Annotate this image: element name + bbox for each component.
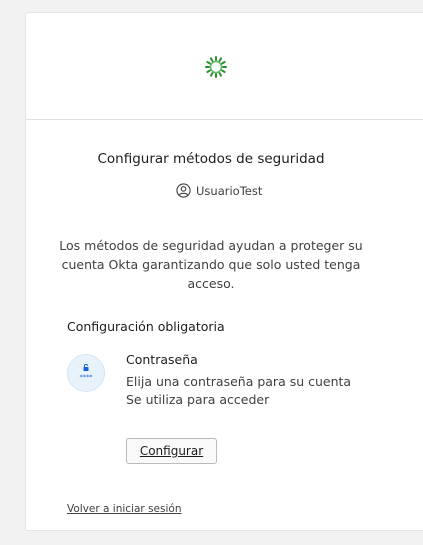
page-description: Los métodos de seguridad ayudan a proteg… [59,238,363,291]
user-circle-icon [176,183,191,198]
authenticator-description: Elija una contraseña para su cuenta Se u… [126,373,351,409]
back-to-signin-link[interactable]: Volver a iniciar sesión [67,503,181,515]
svg-text:****: **** [80,373,94,381]
card-header [26,13,423,120]
authenticator-name: Contraseña [126,352,198,367]
user-identifier: UsuarioTest [176,183,262,198]
okta-logo-icon [205,56,227,78]
configure-button[interactable]: Configurar [126,438,217,464]
authenticator-description-line2: Se utiliza para acceder [126,392,270,407]
username-label: UsuarioTest [196,183,263,198]
login-card: Configurar métodos de seguridad UsuarioT… [25,12,423,531]
password-icon: **** [67,354,105,392]
section-title: Configuración obligatoria [67,319,225,334]
authenticator-description-line1: Elija una contraseña para su cuenta [126,374,352,389]
page-title: Configurar métodos de seguridad [97,151,325,167]
